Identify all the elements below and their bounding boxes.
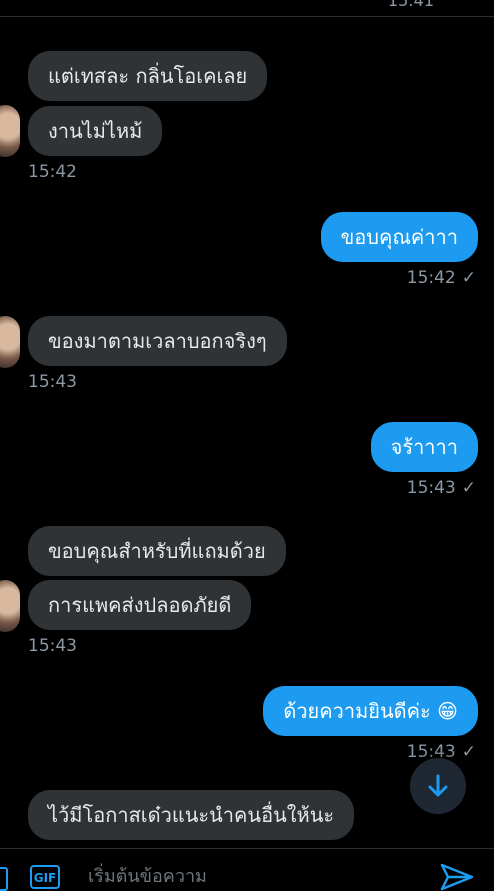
message-input[interactable]: เริ่มต้นข้อความ [88,861,207,890]
send-icon[interactable] [440,861,474,891]
message-composer: GIF เริ่มต้นข้อความ [0,848,494,891]
down-arrow-icon [428,774,448,797]
read-check-icon: ✓ [461,742,476,762]
message-bubble-outgoing[interactable]: ด้วยความยินดีค่ะ 😁 [263,686,478,736]
timestamp-text: 15:42 [406,268,456,288]
message-timestamp: 15:43 ✓ [407,478,476,498]
avatar[interactable] [0,105,20,157]
message-timestamp: 15:42 ✓ [407,268,476,288]
read-check-icon: ✓ [461,268,476,288]
read-check-icon: ✓ [461,478,476,498]
message-timestamp: 15:43 [28,372,77,392]
clipped-timestamp: 15:41 [387,0,434,10]
avatar[interactable] [0,580,20,632]
message-bubble-incoming[interactable]: ของมาตามเวลาบอกจริงๆ [28,316,287,366]
message-timestamp: 15:43 [28,636,77,656]
timestamp-text: 15:43 [406,478,456,498]
message-timestamp: 15:42 [28,162,77,182]
avatar[interactable] [0,316,20,368]
scroll-to-bottom-button[interactable] [410,758,466,814]
message-bubble-incoming[interactable]: งานไม่ไหม้ [28,106,163,156]
message-bubble-incoming[interactable]: ไว้มีโอกาสเด๋วแนะนำคนอื่นให้นะ [28,790,355,840]
gif-icon[interactable]: GIF [30,865,60,889]
previous-message-edge: 15:41 [0,0,494,17]
message-bubble-incoming[interactable]: การแพคส่งปลอดภัยดี [28,580,252,630]
image-icon[interactable] [0,867,8,891]
message-bubble-incoming[interactable]: ขอบคุณสำหรับที่แถมด้วย [28,526,286,576]
message-bubble-incoming[interactable]: แต่เทสละ กลิ่นโอเคเลย [28,51,268,101]
message-bubble-outgoing[interactable]: ขอบคุณค่าาา [320,212,478,262]
message-bubble-outgoing[interactable]: จร้าาาา [370,422,478,472]
